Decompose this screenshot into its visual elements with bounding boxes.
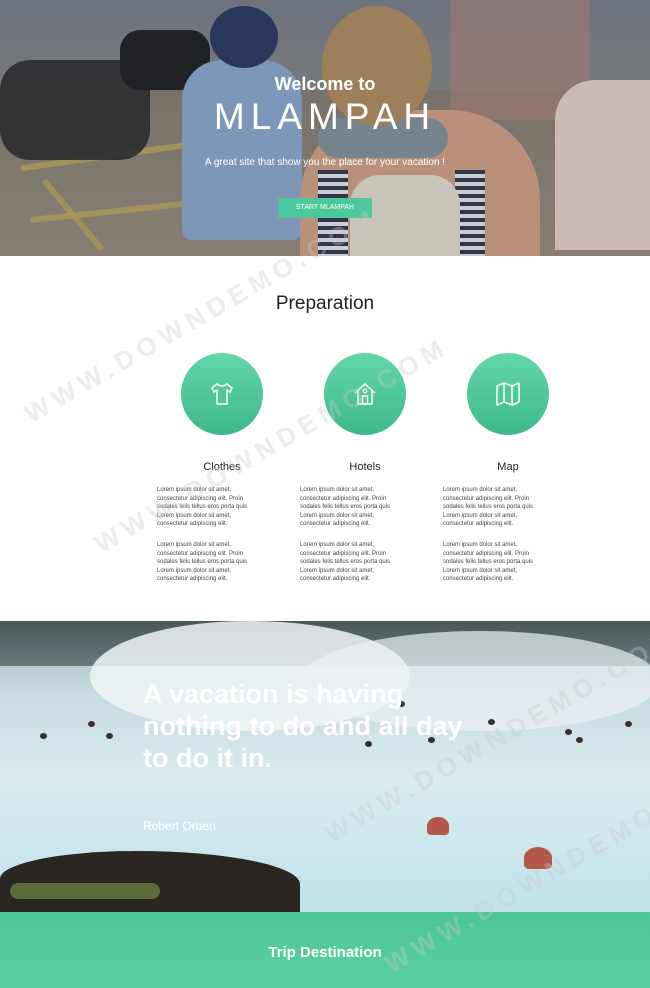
hero-brand: MLAMPAH	[213, 96, 437, 137]
start-button[interactable]: START MLAMPAH	[278, 198, 372, 218]
feature-icon-circle[interactable]	[324, 353, 406, 435]
rocks	[0, 851, 300, 912]
hero-subtitle: A great site that show you the place for…	[204, 157, 446, 168]
trip-destination-title: Trip Destination	[268, 944, 382, 961]
quote-text: A vacation is having nothing to do and a…	[143, 679, 463, 773]
feature-title: Clothes	[203, 461, 241, 473]
feature-text: Lorem ipsum dolor sit amet, consectetur …	[443, 542, 534, 583]
hero-welcome: Welcome to	[274, 74, 376, 94]
feature-icon-circle[interactable]	[467, 353, 549, 435]
feature-map: Map Lorem ipsum dolor sit amet, consecte…	[433, 353, 583, 582]
quote-author: Robert Orben	[143, 819, 216, 833]
shirt-icon	[211, 383, 233, 405]
feature-title: Map	[497, 461, 519, 473]
feature-icon-circle[interactable]	[181, 353, 263, 435]
section-title: Preparation	[275, 293, 375, 314]
feature-title: Hotels	[349, 461, 381, 473]
feature-text: Lorem ipsum dolor sit amet, consectetur …	[300, 487, 391, 528]
feature-hotels: Hotels Lorem ipsum dolor sit amet, conse…	[290, 353, 440, 582]
feature-text: Lorem ipsum dolor sit amet, consectetur …	[157, 542, 248, 583]
feature-text: Lorem ipsum dolor sit amet, consectetur …	[300, 542, 391, 583]
map-icon	[496, 382, 520, 406]
house-icon	[354, 382, 376, 405]
feature-text: Lorem ipsum dolor sit amet, consectetur …	[443, 487, 534, 528]
feature-clothes: Clothes Lorem ipsum dolor sit amet, cons…	[147, 353, 297, 582]
feature-text: Lorem ipsum dolor sit amet, consectetur …	[157, 487, 248, 528]
